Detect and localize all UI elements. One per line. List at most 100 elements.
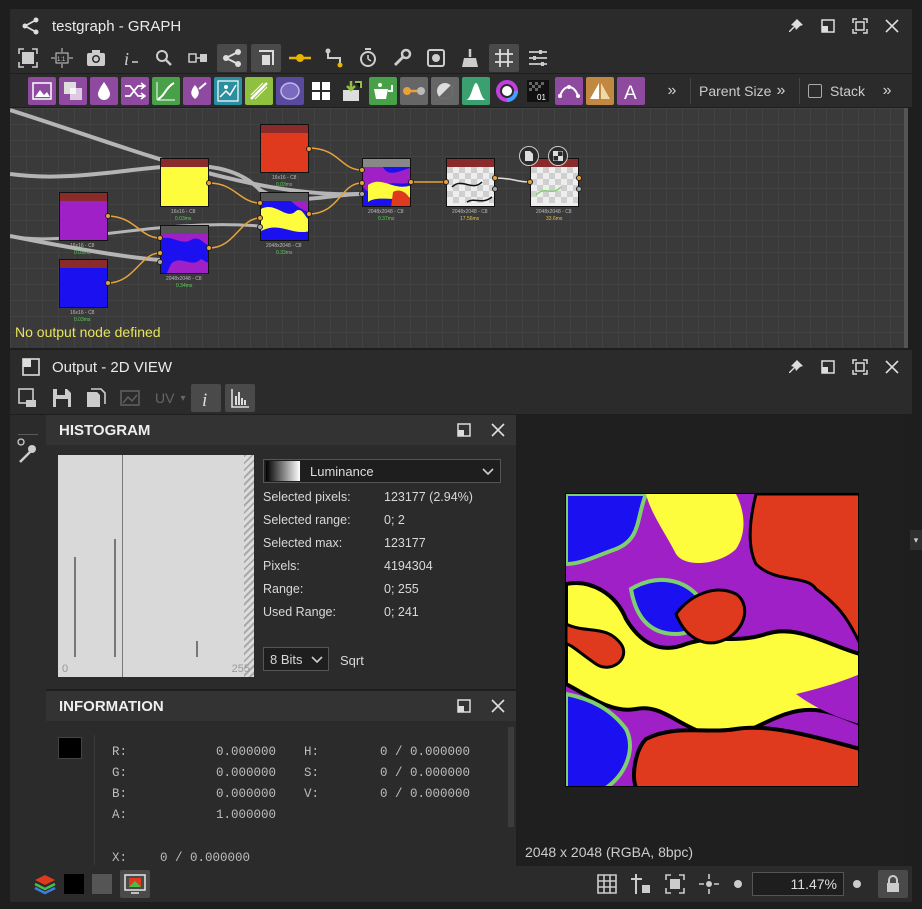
side-collapse-arrow-icon[interactable]: ▾ [910, 530, 922, 550]
graph-node-blend-3[interactable] [362, 158, 411, 207]
tiling-grid-icon[interactable] [592, 870, 622, 898]
input-port[interactable] [157, 259, 163, 265]
distance-node-icon[interactable] [214, 76, 242, 105]
graph-node-red[interactable] [260, 124, 309, 173]
curve-node-icon[interactable] [152, 76, 180, 105]
output-port[interactable] [576, 186, 582, 192]
camera-icon[interactable] [81, 44, 111, 72]
blur-node-icon[interactable] [90, 76, 118, 105]
pin-icon[interactable] [786, 357, 806, 377]
pan-center-icon[interactable] [694, 870, 724, 898]
parent-size-dropdown[interactable]: Parent Size [699, 83, 771, 99]
graph-vertical-scrollbar[interactable] [904, 108, 908, 348]
float-window-icon[interactable] [818, 16, 838, 36]
maximize-icon[interactable] [850, 16, 870, 36]
background-black-swatch[interactable] [64, 874, 84, 894]
close-icon[interactable] [488, 420, 508, 440]
gradient-map-icon[interactable] [245, 76, 273, 105]
emboss-node-icon[interactable] [276, 76, 304, 105]
output-port[interactable] [492, 186, 498, 192]
zoom-1to1-icon[interactable]: 1:1 [47, 44, 77, 72]
overflow-chevron-icon[interactable]: » [662, 81, 682, 101]
directional-warp-icon[interactable] [183, 76, 211, 105]
float-window-icon[interactable] [818, 357, 838, 377]
graph-node-blue[interactable] [59, 259, 108, 308]
bits-select[interactable]: 8 Bits [263, 647, 329, 671]
export-image-icon[interactable] [13, 384, 43, 412]
grid-snap-icon[interactable] [489, 44, 519, 72]
info-icon[interactable]: i [115, 44, 145, 72]
pin-icon[interactable] [786, 16, 806, 36]
close-icon[interactable] [882, 16, 902, 36]
parent-size-chevron-icon[interactable]: » [771, 81, 791, 101]
hsl-node-icon[interactable] [493, 76, 521, 105]
layers-icon[interactable] [30, 870, 60, 898]
fit-frame-icon[interactable] [660, 870, 690, 898]
input-port[interactable] [257, 215, 263, 221]
fx-map-icon[interactable] [307, 76, 335, 105]
graph-node-blend-1[interactable] [160, 225, 209, 274]
pixel-snap-icon[interactable] [626, 870, 656, 898]
frame-node-icon[interactable] [251, 44, 281, 72]
transparency-node-icon[interactable]: 01 [524, 76, 552, 105]
settings-sliders-icon[interactable] [523, 44, 553, 72]
background-gray-swatch[interactable] [92, 874, 112, 894]
graph-node-purple[interactable] [59, 192, 108, 241]
graph-node-yellow[interactable] [160, 158, 209, 207]
zoom-field[interactable]: 11.47% [752, 872, 844, 896]
blend-node-icon[interactable] [59, 76, 87, 105]
output-port[interactable] [306, 211, 312, 217]
lock-icon[interactable] [878, 870, 908, 898]
text-node-icon[interactable]: A [617, 76, 645, 105]
display-mode-icon[interactable] [120, 870, 150, 898]
info-icon[interactable]: i [191, 384, 222, 412]
align-nodes-icon[interactable] [183, 44, 213, 72]
info-scrollbar[interactable] [508, 727, 514, 827]
output-port[interactable] [306, 146, 312, 152]
view-2d-canvas[interactable]: 2048 x 2048 (RGBA, 8bpc) [518, 415, 904, 866]
stack-checkbox[interactable] [808, 83, 822, 98]
input-port[interactable] [443, 179, 449, 185]
float-window-icon[interactable] [454, 420, 474, 440]
output-port[interactable] [105, 280, 111, 286]
histogram-icon[interactable] [225, 384, 256, 412]
channel-shuffle-icon[interactable] [121, 76, 149, 105]
zoom-in-icon[interactable] [846, 870, 868, 898]
copy-icon[interactable] [81, 384, 111, 412]
frame-all-icon[interactable] [13, 44, 43, 72]
graph-node-mask[interactable] [446, 158, 495, 207]
save-icon[interactable] [47, 384, 77, 412]
search-icon[interactable] [149, 44, 179, 72]
levels-node-icon[interactable] [369, 76, 397, 105]
publish-icon[interactable] [421, 44, 451, 72]
output-port[interactable] [576, 175, 582, 181]
close-icon[interactable] [488, 696, 508, 716]
input-port[interactable] [359, 180, 365, 186]
clean-icon[interactable] [455, 44, 485, 72]
graph-layout-icon[interactable] [217, 44, 247, 72]
overflow-chevron-icon[interactable]: » [877, 81, 897, 101]
histogram-graph[interactable]: 0 255 [58, 455, 254, 677]
input-port[interactable] [359, 191, 365, 197]
histogram-scan-icon[interactable] [462, 76, 490, 105]
link-elbow-icon[interactable] [319, 44, 349, 72]
input-port[interactable] [527, 179, 533, 185]
zoom-out-icon[interactable] [728, 870, 748, 898]
float-window-icon[interactable] [454, 696, 474, 716]
document-badge-icon[interactable] [519, 146, 539, 166]
output-port[interactable] [105, 213, 111, 219]
output-port[interactable] [206, 180, 212, 186]
eyedropper-icon[interactable] [16, 433, 40, 464]
checker-badge-icon[interactable] [548, 146, 568, 166]
warp-node-icon[interactable] [555, 76, 583, 105]
mirror-node-icon[interactable] [586, 76, 614, 105]
normal-node-icon[interactable] [400, 76, 428, 105]
input-node-icon[interactable] [338, 76, 366, 105]
sqrt-toggle[interactable]: Sqrt [340, 653, 364, 668]
maximize-icon[interactable] [850, 357, 870, 377]
channel-select[interactable]: Luminance [263, 459, 501, 483]
output-port[interactable] [492, 175, 498, 181]
output-port[interactable] [408, 179, 414, 185]
input-port[interactable] [157, 235, 163, 241]
refresh-timer-icon[interactable] [353, 44, 383, 72]
